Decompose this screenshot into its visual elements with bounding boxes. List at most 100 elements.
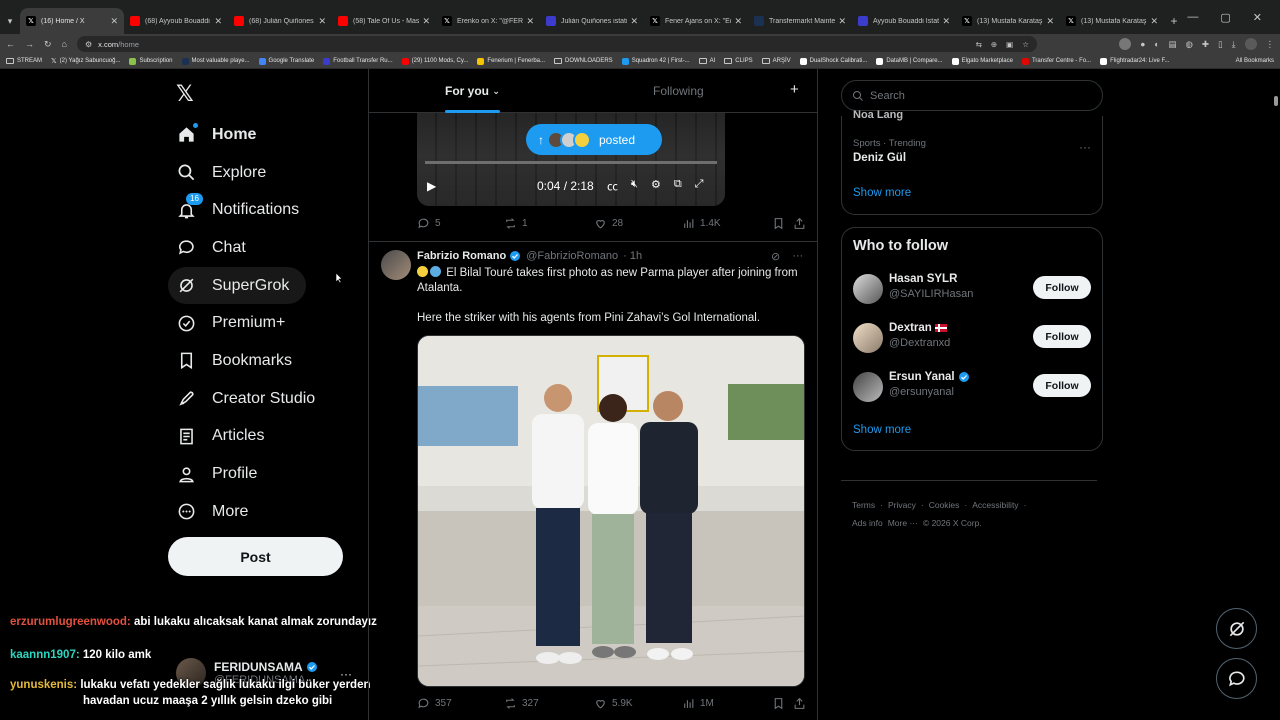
extension-icon[interactable]: ▤ — [1168, 39, 1176, 50]
browser-tab[interactable]: 𝕏 (13) Mustafa Karataş on X✕ — [1060, 8, 1164, 34]
browser-tab[interactable]: (58) Tale Of Us - Mass ✕ — [332, 8, 436, 34]
sidebar-item-premium[interactable]: Premium+ — [168, 304, 368, 342]
extension-icon[interactable]: ● — [1140, 39, 1145, 49]
browser-tab[interactable]: 𝕏 (13) Mustafa Karataş on X✕ — [956, 8, 1060, 34]
follow-button[interactable]: Follow — [1033, 374, 1091, 397]
browser-tab[interactable]: 𝕏 Erenko on X: "@FERIDUN✕ — [436, 8, 540, 34]
close-tab-icon[interactable]: ✕ — [630, 16, 638, 27]
footer-link[interactable]: Cookies — [929, 500, 960, 510]
grok-icon[interactable]: ⊘ — [771, 250, 780, 263]
sidebar-item-supergrok[interactable]: SuperGrok — [168, 266, 306, 305]
maximize-icon[interactable]: ▢ — [1220, 11, 1230, 24]
avatar[interactable] — [853, 372, 883, 402]
bookmark-item[interactable]: Subscription — [129, 57, 173, 65]
close-tab-icon[interactable]: ✕ — [110, 16, 118, 27]
bookmark-item[interactable]: AI — [698, 58, 715, 64]
close-tab-icon[interactable]: ✕ — [838, 16, 846, 27]
sidebar-item-bookmarks[interactable]: Bookmarks — [168, 342, 368, 380]
downloads-icon[interactable]: ⤓ — [1232, 39, 1236, 50]
browser-tab[interactable]: Transfermarkt Maintenance✕ — [748, 8, 852, 34]
x-logo[interactable]: 𝕏 — [176, 83, 194, 105]
translate-icon[interactable]: ⇆ — [976, 40, 982, 49]
repost-button[interactable]: 327 — [504, 697, 539, 710]
fullscreen-icon[interactable]: ⤢ — [695, 178, 704, 194]
sidebar-item-creator-studio[interactable]: Creator Studio — [168, 380, 368, 418]
tab-search-icon[interactable]: ▾ — [0, 8, 20, 34]
avatar[interactable] — [853, 323, 883, 353]
bookmark-item[interactable]: Elgato Marketplace — [951, 57, 1013, 65]
mute-icon[interactable]: 🔇︎ — [631, 178, 638, 194]
new-posts-pill[interactable]: ↑ posted — [526, 124, 662, 155]
site-info-icon[interactable]: ⚙ — [85, 40, 92, 49]
bookmark-button[interactable] — [772, 697, 785, 710]
reload-icon[interactable]: ↻ — [44, 39, 52, 50]
bookmark-item[interactable]: ARŞİV — [761, 58, 791, 64]
bookmark-item[interactable]: Football Transfer Ru... — [323, 57, 393, 65]
bookmark-item[interactable]: STREAM — [6, 58, 42, 64]
views-button[interactable]: 1M — [682, 697, 714, 710]
author-handle[interactable]: @FabrizioRomano — [526, 250, 618, 262]
extension-icon[interactable]: ◍ — [1186, 39, 1193, 50]
more-options-icon[interactable]: ··· — [1079, 140, 1091, 154]
pip-icon[interactable]: ⧉ — [674, 178, 682, 194]
extensions-puzzle-icon[interactable]: ✚ — [1202, 39, 1209, 50]
search-input[interactable]: Search — [841, 80, 1103, 111]
avatar[interactable] — [853, 274, 883, 304]
browser-tab[interactable]: Ayyoub Bouaddi İstatistik✕ — [852, 8, 956, 34]
follow-button[interactable]: Follow — [1033, 276, 1091, 299]
play-icon[interactable]: ▶ — [427, 179, 436, 193]
footer-link[interactable]: Terms — [852, 500, 875, 510]
close-tab-icon[interactable]: ✕ — [526, 16, 534, 27]
messages-fab-button[interactable] — [1216, 658, 1257, 699]
trend-name[interactable]: Noa Lang — [853, 109, 903, 121]
post-button[interactable]: Post — [168, 537, 343, 576]
browser-tab[interactable]: (68) Ayyoub Bouaddi 2026✕ — [124, 8, 228, 34]
menu-icon[interactable]: ⋮ — [1266, 39, 1275, 50]
page-scrollbar[interactable] — [1274, 96, 1278, 106]
show-more-link[interactable]: Show more — [853, 187, 911, 199]
close-tab-icon[interactable]: ✕ — [214, 16, 222, 27]
all-bookmarks[interactable]: All Bookmarks — [1233, 58, 1274, 64]
bookmark-item[interactable]: DataMB | Compare... — [876, 57, 943, 65]
install-icon[interactable]: ▣ — [1006, 40, 1013, 49]
extension-avatar-icon[interactable] — [1119, 38, 1132, 50]
close-tab-icon[interactable]: ✕ — [942, 16, 950, 27]
show-more-link[interactable]: Show more — [853, 424, 911, 436]
like-button[interactable]: 5.9K — [594, 697, 633, 710]
bookmark-button[interactable] — [772, 217, 785, 230]
reply-button[interactable]: 357 — [417, 697, 452, 710]
grok-fab-button[interactable] — [1216, 608, 1257, 649]
browser-tab[interactable]: 𝕏 (16) Home / X ✕ — [20, 8, 124, 34]
avatar[interactable] — [381, 250, 411, 280]
sidebar-item-profile[interactable]: Profile — [168, 455, 368, 493]
bookmark-item[interactable]: DOWNLOADERS — [554, 58, 613, 64]
browser-tab[interactable]: 𝕏 Fener Ajans on X: "Eden✕ — [644, 8, 748, 34]
forward-icon[interactable]: → — [25, 39, 34, 49]
views-button[interactable]: 1.4K — [682, 217, 721, 230]
sidebar-item-more[interactable]: More — [168, 493, 368, 531]
reply-button[interactable]: 5 — [417, 217, 441, 230]
video-progress-bar[interactable] — [425, 161, 717, 164]
sidebar-item-notifications[interactable]: 16 Notifications — [168, 191, 368, 229]
bookmark-item[interactable]: Squadron 42 | First-... — [621, 57, 690, 65]
post-photo[interactable] — [417, 335, 805, 687]
footer-link[interactable]: Ads info — [852, 518, 883, 528]
bookmark-item[interactable]: Flightradar24: Live F... — [1100, 57, 1169, 65]
back-icon[interactable]: ← — [6, 39, 15, 49]
sidebar-item-home[interactable]: Home — [168, 116, 368, 154]
sidebar-item-chat[interactable]: Chat — [168, 229, 368, 267]
close-tab-icon[interactable]: ✕ — [1046, 16, 1054, 27]
close-tab-icon[interactable]: ✕ — [318, 16, 326, 27]
follow-button[interactable]: Follow — [1033, 325, 1091, 348]
close-tab-icon[interactable]: ✕ — [734, 16, 742, 27]
bookmark-item[interactable]: Most valuable playe... — [181, 57, 250, 65]
bookmark-item[interactable]: CLIPS — [724, 58, 753, 64]
captions-icon[interactable]: ㏄ — [607, 178, 618, 194]
sidepanel-icon[interactable]: ▯ — [1218, 39, 1223, 50]
footer-link[interactable]: More ··· — [888, 518, 918, 528]
suggestion-row[interactable]: Hasan SYLR @SAYILIRHasan Follow — [853, 271, 1093, 307]
tab-for-you[interactable]: For you ⌄ — [445, 69, 500, 113]
author-name[interactable]: Fabrizio Romano — [417, 250, 506, 262]
close-tab-icon[interactable]: ✕ — [1150, 16, 1158, 27]
trend-name[interactable]: Deniz Gül — [853, 152, 906, 164]
